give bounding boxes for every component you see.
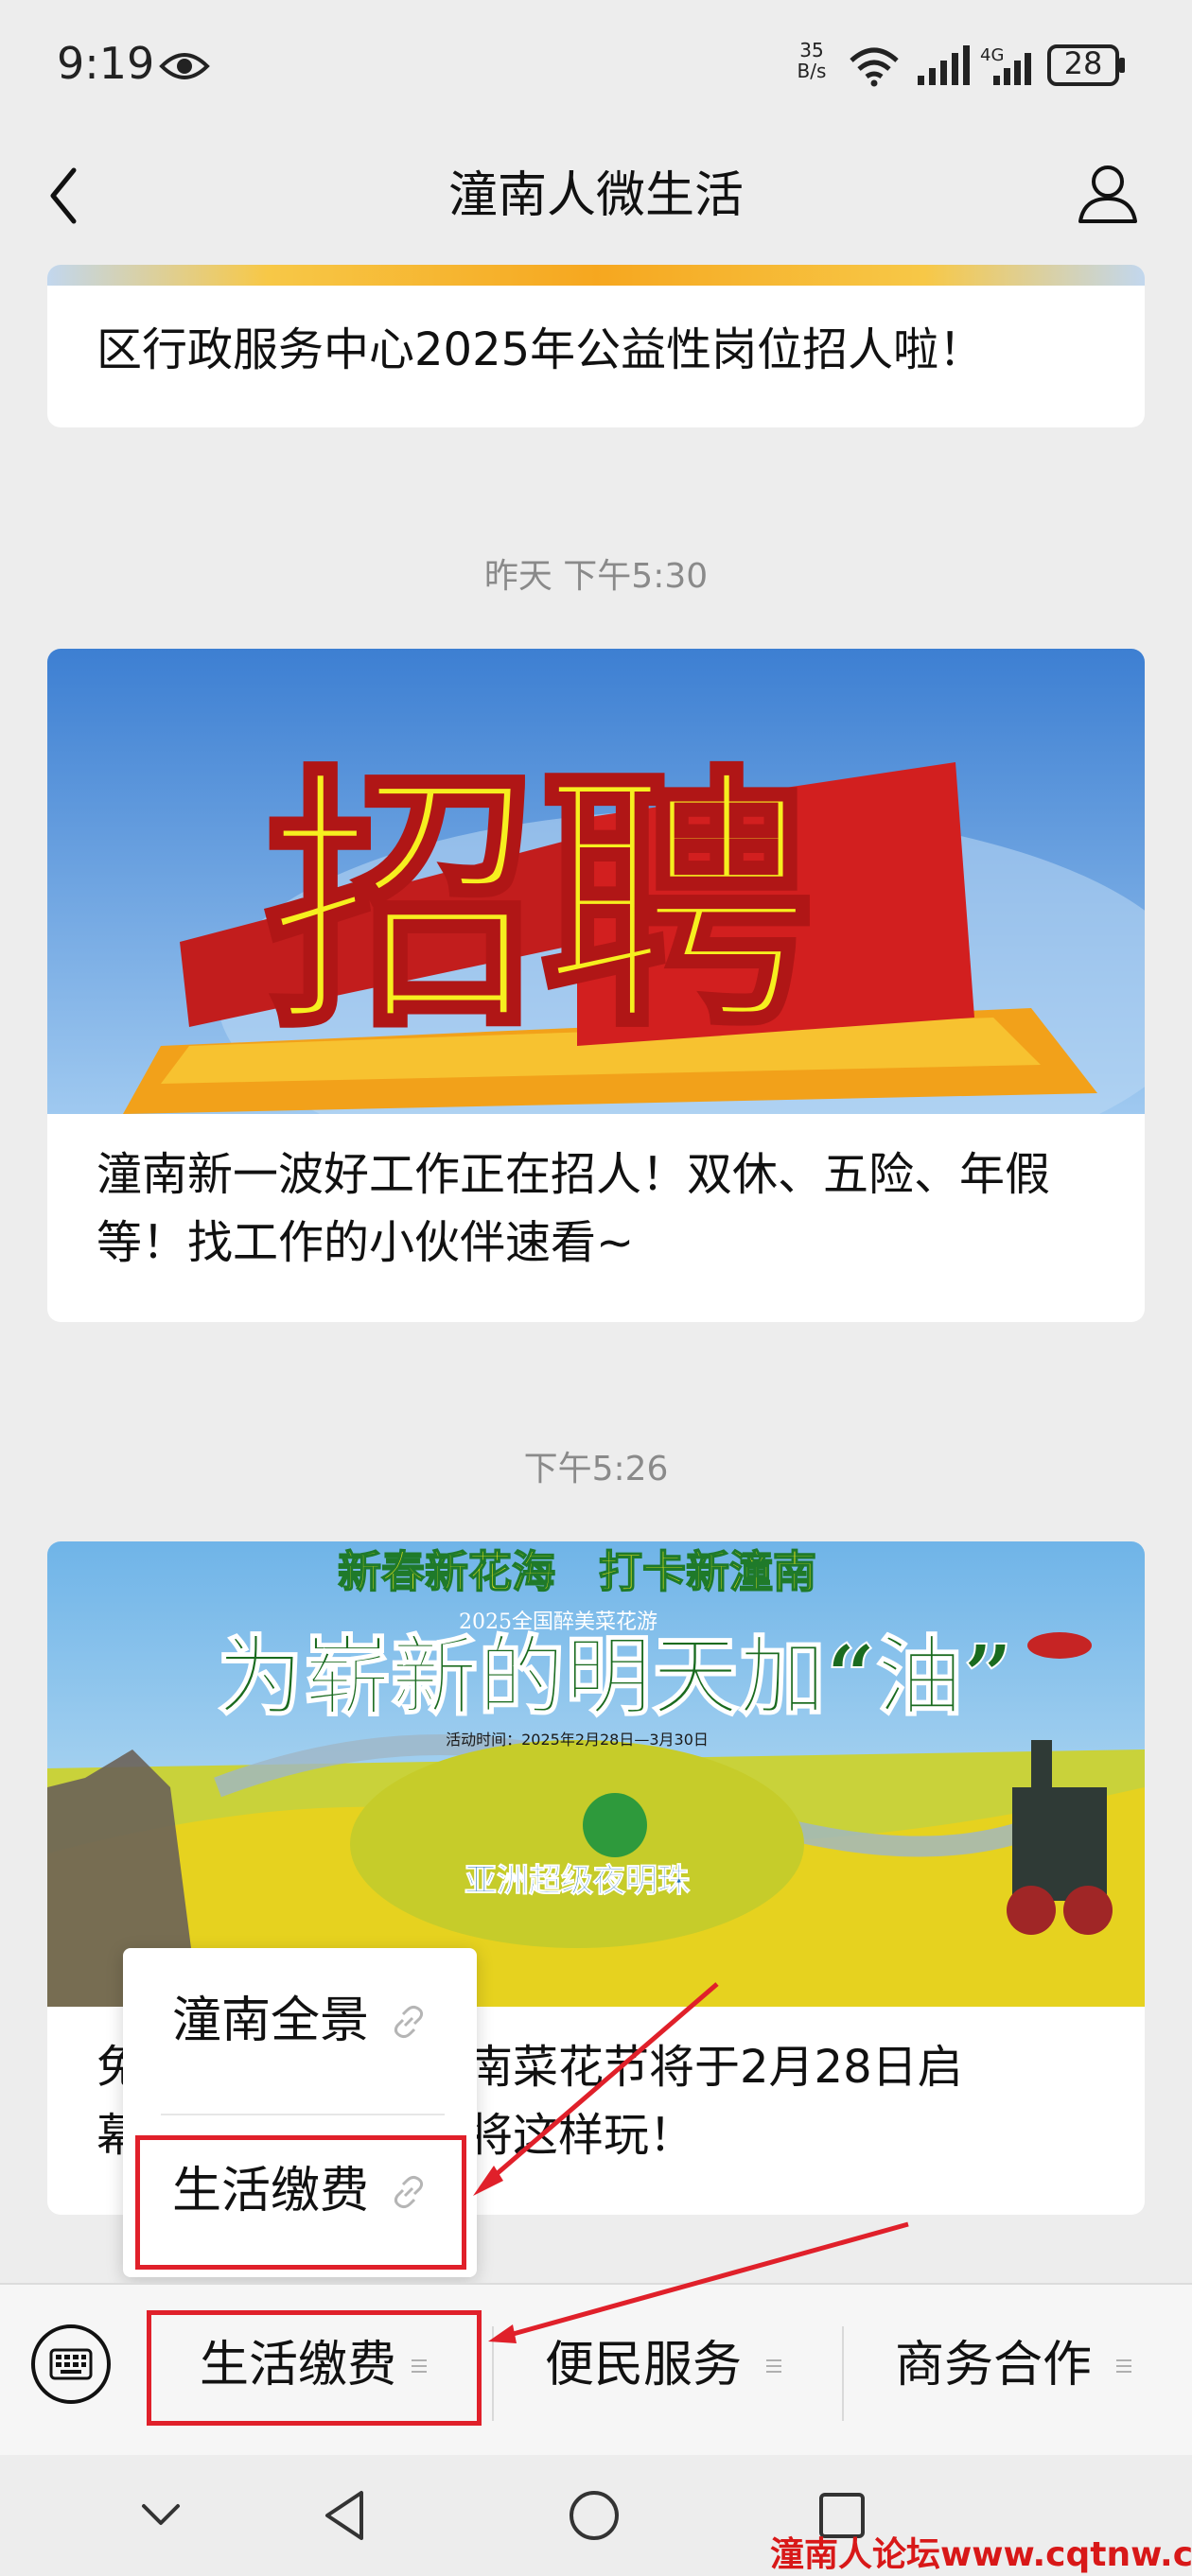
network-type-label: 4G bbox=[980, 45, 1004, 65]
submenu-lines-icon bbox=[1116, 2359, 1131, 2373]
wifi-icon bbox=[850, 47, 899, 87]
message-timestamp: 下午5:26 bbox=[523, 1450, 669, 1488]
net-speed-value: 35 bbox=[799, 39, 824, 61]
battery-level: 28 bbox=[1063, 45, 1103, 81]
menu-item-public-service[interactable]: 便民服务 bbox=[494, 2307, 844, 2421]
net-speed-unit: B/s bbox=[797, 60, 827, 82]
net-speed: 35 B/s bbox=[791, 40, 833, 81]
cover-slogan: 为崭新的明天加“油” bbox=[217, 1626, 1013, 1728]
person-icon[interactable] bbox=[1075, 161, 1141, 227]
cover-headline: 新春新花海 打卡新潼南 bbox=[338, 1546, 816, 1597]
eye-icon bbox=[159, 53, 210, 79]
article-title: 潼南新一波好工作正在招人！双休、五险、年假等！找工作的小伙伴速看~ bbox=[96, 1148, 1051, 1269]
back-triangle-icon[interactable] bbox=[310, 2478, 386, 2553]
message-timestamp: 昨天 下午5:30 bbox=[483, 557, 709, 596]
menu-item-label: 便民服务 bbox=[545, 2337, 743, 2393]
article-title-right: 南菜花节将于2月28日启 将这样玩！ bbox=[467, 2041, 963, 2162]
page-title: 潼南人微生活 bbox=[447, 167, 744, 224]
article-cover-strip bbox=[47, 265, 1145, 286]
cover-date: 活动时间：2025年2月28日—3月30日 bbox=[446, 1731, 709, 1749]
status-time: 9:19 bbox=[57, 38, 155, 89]
menu-item-label: 商务合作 bbox=[895, 2337, 1093, 2393]
article-cover-image: 招聘 bbox=[47, 649, 1145, 1114]
keyboard-icon[interactable] bbox=[28, 2322, 114, 2407]
highlight-box bbox=[147, 2310, 482, 2426]
article-card[interactable]: 招聘 潼南新一波好工作正在招人！双休、五险、年假等！找工作的小伙伴速看~ bbox=[47, 649, 1145, 1322]
highlight-box bbox=[135, 2135, 466, 2270]
chevron-down-icon[interactable] bbox=[123, 2478, 199, 2553]
link-icon bbox=[394, 2005, 424, 2039]
submenu-item-label: 潼南全景 bbox=[172, 1993, 370, 2049]
signal-icon bbox=[918, 45, 970, 85]
article-title: 区行政服务中心2025年公益性岗位招人啦！ bbox=[96, 323, 985, 376]
submenu-item-panorama[interactable]: 潼南全景 bbox=[123, 1948, 477, 2099]
signal-4g-icon: 4G bbox=[980, 45, 1031, 85]
home-circle-icon[interactable] bbox=[556, 2478, 632, 2553]
submenu-divider bbox=[161, 2114, 445, 2115]
watermark: 潼南人论坛www.cqtnw.cn bbox=[770, 2535, 1192, 2574]
article-card[interactable]: 区行政服务中心2025年公益性岗位招人啦！ bbox=[47, 265, 1145, 427]
menu-item-business[interactable]: 商务合作 bbox=[844, 2307, 1192, 2421]
cover-image-text: 招聘 bbox=[265, 745, 814, 1064]
cover-caption: 亚洲超级夜明珠 bbox=[465, 1862, 691, 1900]
article-cover-image: 新春新花海 打卡新潼南 2025全国醉美菜花游 为崭新的明天加“油” 活动时间：… bbox=[47, 1541, 1145, 2007]
submenu-lines-icon bbox=[766, 2359, 781, 2373]
